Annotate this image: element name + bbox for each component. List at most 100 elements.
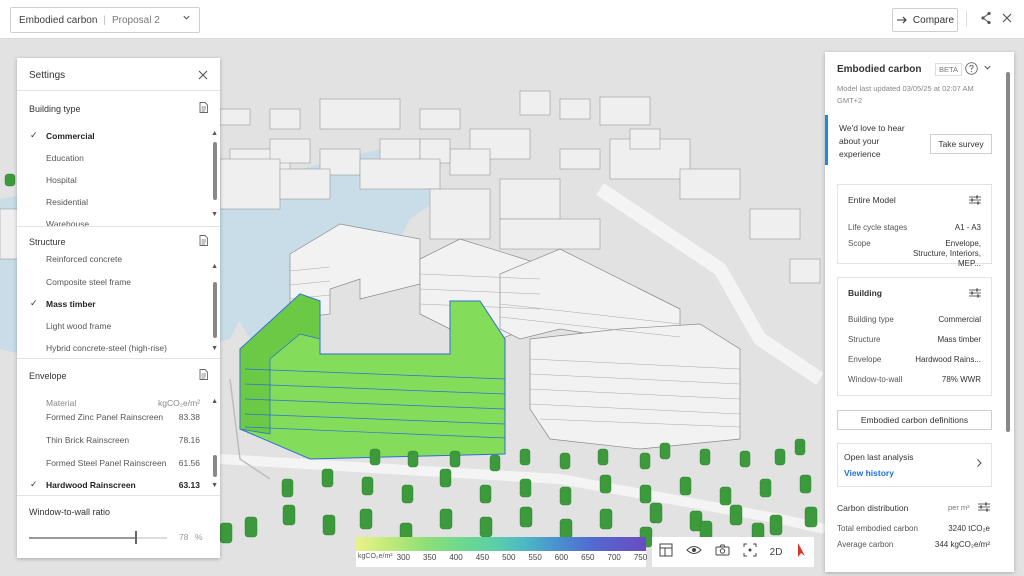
survey-text: We'd love to hear about your experience bbox=[839, 123, 905, 159]
building-type-option[interactable]: Warehouse bbox=[46, 219, 89, 229]
kv-value: Mass timber bbox=[937, 335, 981, 344]
view-history-link[interactable]: View history bbox=[844, 468, 894, 478]
average-carbon-label: Average carbon bbox=[837, 540, 894, 549]
open-last-analysis-title: Open last analysis bbox=[844, 452, 914, 462]
sliders-icon[interactable] bbox=[969, 288, 981, 300]
structure-title: Structure bbox=[29, 237, 66, 247]
envelope-value: 78.16 bbox=[178, 435, 200, 445]
chevron-down-icon[interactable] bbox=[983, 63, 992, 74]
divider bbox=[17, 226, 220, 227]
envelope-row[interactable]: Formed Zinc Panel Rainscreen 83.38 bbox=[46, 412, 200, 422]
divider bbox=[17, 358, 220, 359]
panel-title: Embodied carbon bbox=[837, 64, 922, 75]
scroll-down-arrow-icon[interactable]: ▼ bbox=[211, 345, 218, 352]
envelope-value: 83.38 bbox=[178, 412, 200, 422]
kv-key: Window-to-wall bbox=[848, 375, 903, 384]
share-icon[interactable] bbox=[980, 11, 992, 30]
focus-icon[interactable] bbox=[743, 543, 757, 562]
document-icon[interactable] bbox=[199, 369, 208, 382]
scrollbar[interactable] bbox=[1006, 72, 1010, 432]
eye-icon[interactable] bbox=[685, 543, 702, 561]
building-type-option[interactable]: Residential bbox=[46, 197, 88, 207]
document-icon[interactable] bbox=[199, 102, 208, 115]
envelope-row[interactable]: Thin Brick Rainscreen 78.16 bbox=[46, 435, 200, 445]
scrollbar[interactable] bbox=[213, 142, 217, 200]
building-type-option[interactable]: Commercial bbox=[46, 131, 95, 141]
envelope-row[interactable]: Formed Steel Panel Rainscreen 61.56 bbox=[46, 458, 200, 468]
building-type-option[interactable]: Education bbox=[46, 153, 84, 163]
scroll-down-arrow-icon[interactable]: ▼ bbox=[211, 211, 218, 218]
kv-value: A1 - A3 bbox=[954, 223, 981, 232]
kv-key: Envelope bbox=[848, 355, 882, 364]
envelope-material: Thin Brick Rainscreen bbox=[46, 435, 130, 445]
scrollbar[interactable] bbox=[213, 455, 217, 477]
kv-key: Structure bbox=[848, 335, 881, 344]
document-icon[interactable] bbox=[199, 235, 208, 248]
scrollbar[interactable] bbox=[213, 282, 217, 338]
legend-tick: 550 bbox=[528, 553, 542, 562]
divider bbox=[966, 11, 967, 27]
definitions-button[interactable]: Embodied carbon definitions bbox=[837, 410, 992, 430]
total-carbon-label: Total embodied carbon bbox=[837, 524, 918, 533]
scroll-up-arrow-icon[interactable]: ▲ bbox=[211, 398, 218, 405]
settings-panel: Settings Building type ✓ Commercial Educ… bbox=[17, 58, 220, 558]
compare-label: Compare bbox=[912, 14, 955, 26]
entire-model-card: Entire Model Life cycle stages A1 - A3 S… bbox=[837, 184, 992, 268]
kv-key: Life cycle stages bbox=[848, 223, 908, 232]
wwr-unit: % bbox=[195, 532, 203, 542]
total-carbon-row: Total embodied carbon 3240 tCO₂e bbox=[837, 524, 990, 533]
chevron-right-icon bbox=[975, 458, 983, 470]
sliders-icon[interactable] bbox=[978, 502, 990, 514]
wwr-slider-rest[interactable] bbox=[137, 537, 167, 539]
kv-value: 78% WWR bbox=[941, 375, 981, 384]
legend-tick: 300 bbox=[396, 553, 410, 562]
compass-icon[interactable] bbox=[795, 542, 807, 563]
open-last-analysis-card[interactable]: Open last analysis View history bbox=[837, 443, 992, 487]
building-type-title: Building type bbox=[29, 104, 81, 114]
help-icon[interactable] bbox=[965, 62, 978, 77]
structure-option[interactable]: Composite steel frame bbox=[46, 277, 131, 287]
embodied-carbon-panel: Embodied carbon BETA Model last updated … bbox=[825, 52, 1014, 572]
scroll-down-arrow-icon[interactable]: ▼ bbox=[211, 482, 218, 489]
close-icon[interactable] bbox=[198, 70, 208, 82]
structure-option[interactable]: Reinforced concrete bbox=[46, 254, 122, 264]
2d-toggle[interactable]: 2D bbox=[770, 547, 783, 558]
take-survey-button[interactable]: Take survey bbox=[930, 134, 992, 154]
envelope-row[interactable]: Hardwood Rainscreen 63.13 bbox=[46, 480, 200, 490]
divider bbox=[17, 90, 220, 91]
per-unit-label[interactable]: per m² bbox=[948, 503, 970, 512]
close-icon[interactable] bbox=[1001, 11, 1013, 29]
arrow-right-icon bbox=[896, 16, 907, 24]
wwr-slider-track[interactable] bbox=[29, 537, 137, 539]
entire-model-title: Entire Model bbox=[848, 195, 896, 205]
envelope-title: Envelope bbox=[29, 371, 67, 381]
layout-icon[interactable] bbox=[659, 543, 673, 562]
scroll-up-arrow-icon[interactable]: ▲ bbox=[211, 263, 218, 270]
kv-value: Commercial bbox=[938, 315, 981, 324]
wwr-value[interactable]: 78 bbox=[179, 532, 188, 542]
envelope-material: Formed Steel Panel Rainscreen bbox=[46, 458, 167, 468]
kv-key: Scope bbox=[848, 239, 871, 248]
project-selector[interactable]: Embodied carbon | Proposal 2 bbox=[10, 7, 200, 33]
structure-option[interactable]: Mass timber bbox=[46, 299, 96, 309]
view-toolbar: 2D bbox=[652, 537, 814, 567]
building-type-option[interactable]: Hospital bbox=[46, 175, 77, 185]
camera-icon[interactable] bbox=[715, 543, 730, 561]
legend-unit: kgCO₂e/m² bbox=[358, 553, 393, 560]
compare-button[interactable]: Compare bbox=[892, 8, 958, 32]
sliders-icon[interactable] bbox=[969, 195, 981, 207]
building-card: Building Building type Commercial Struct… bbox=[837, 277, 992, 396]
wwr-slider-handle[interactable] bbox=[135, 531, 137, 544]
beta-badge: BETA bbox=[935, 63, 963, 76]
legend-gradient bbox=[356, 537, 646, 551]
average-carbon-value: 344 kgCO₂e/m² bbox=[934, 540, 990, 549]
total-carbon-value: 3240 tCO₂e bbox=[948, 524, 990, 533]
envelope-material: Formed Zinc Panel Rainscreen bbox=[46, 412, 164, 422]
legend-tick: 350 bbox=[422, 553, 437, 562]
scroll-up-arrow-icon[interactable]: ▲ bbox=[211, 130, 218, 137]
survey-accent-bar bbox=[825, 115, 828, 165]
structure-option[interactable]: Hybrid concrete-steel (high-rise) bbox=[46, 343, 167, 353]
envelope-material: Hardwood Rainscreen bbox=[46, 480, 136, 490]
chevron-down-icon bbox=[182, 13, 191, 24]
structure-option[interactable]: Light wood frame bbox=[46, 321, 111, 331]
